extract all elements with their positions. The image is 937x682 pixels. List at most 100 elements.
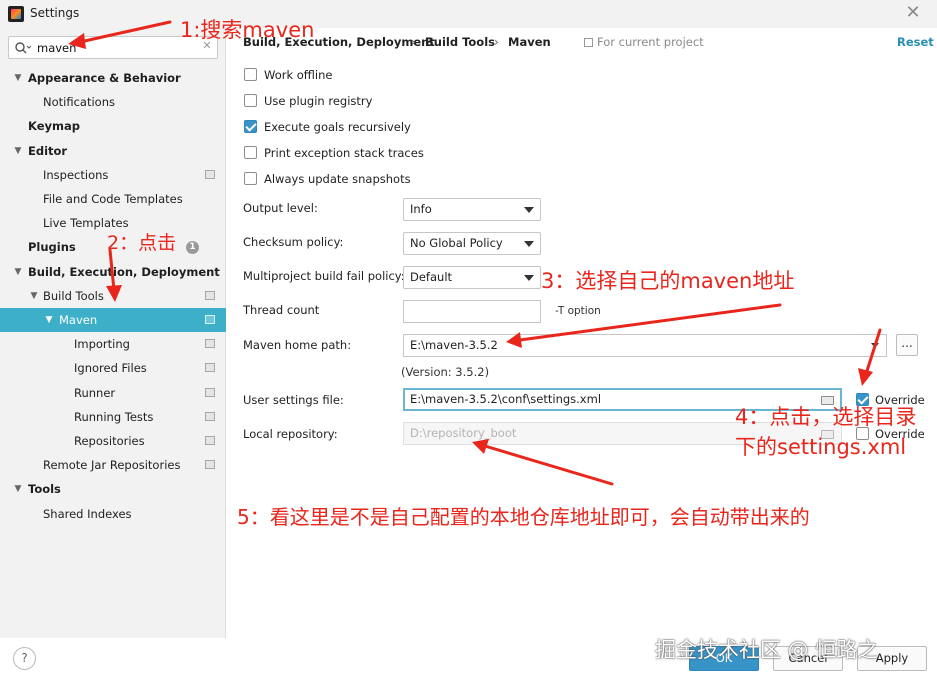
t-option-note: -T option <box>555 305 601 317</box>
sidebar-item-label: Plugins <box>28 240 76 255</box>
sidebar-item-label: Running Tests <box>74 409 154 424</box>
select-value: Info <box>410 202 432 216</box>
project-scope-icon <box>205 315 215 324</box>
sidebar-item-tools[interactable]: ▼ Tools <box>0 477 226 501</box>
sidebar-item-label: Inspections <box>43 167 109 182</box>
sidebar-item-ignored-files[interactable]: Ignored Files <box>0 356 226 380</box>
checkbox-box[interactable] <box>244 68 257 81</box>
sidebar-item-file-and-code-templates[interactable]: File and Code Templates <box>0 187 226 211</box>
multiproject-fail-policy-select[interactable]: Default <box>403 266 541 289</box>
thread-count-label: Thread count <box>243 303 320 317</box>
project-scope-icon <box>205 339 215 349</box>
checkbox-box[interactable] <box>244 120 257 133</box>
intellij-logo-icon <box>8 6 24 22</box>
sidebar-item-inspections[interactable]: Inspections <box>0 163 226 187</box>
checkbox-box[interactable] <box>244 172 257 185</box>
checksum-policy-select[interactable]: No Global Policy <box>403 232 541 255</box>
sidebar-item-label: Remote Jar Repositories <box>43 458 181 473</box>
annotation-step-2: 2：点击 <box>107 232 177 254</box>
local-repository-label: Local repository: <box>243 427 338 441</box>
breadcrumb-separator: › <box>411 35 416 49</box>
maven-version-label: (Version: 3.5.2) <box>401 365 490 379</box>
checksum-policy-label: Checksum policy: <box>243 235 344 249</box>
sidebar-item-build-execution-deployment[interactable]: ▼ Build, Execution, Deployment <box>0 260 226 284</box>
project-scope-icon <box>205 169 215 179</box>
settings-sidebar: ✕ ▼Appearance & BehaviorNotificationsKey… <box>0 28 226 638</box>
search-icon <box>14 41 34 55</box>
chevron-down-icon <box>524 275 534 281</box>
breadcrumb-separator: › <box>494 35 499 49</box>
sidebar-item-label: Repositories <box>74 434 145 448</box>
maven-home-path-input[interactable]: E:\maven-3.5.2 <box>403 334 887 357</box>
sidebar-item-keymap[interactable]: Keymap <box>0 114 226 138</box>
sidebar-item-running-tests[interactable]: Running Tests <box>0 405 226 429</box>
breadcrumb-item[interactable]: Build Tools <box>425 35 495 49</box>
help-button[interactable]: ? <box>13 647 36 670</box>
window-title: Settings <box>30 6 80 20</box>
checkbox-box[interactable] <box>244 146 257 159</box>
chevron-down-icon <box>524 241 534 247</box>
checkbox-label: Work offline <box>264 68 333 82</box>
sidebar-item-label: Build Tools <box>43 288 104 303</box>
project-scope-icon <box>205 387 215 397</box>
thread-count-input[interactable] <box>403 300 541 323</box>
chevron-down-icon[interactable]: ▼ <box>28 284 40 308</box>
sidebar-item-appearance-behavior[interactable]: ▼ Appearance & Behavior <box>0 66 226 90</box>
project-scope-icon <box>205 411 215 421</box>
checkbox-label: Execute goals recursively <box>264 120 411 134</box>
select-value: Default <box>410 270 453 284</box>
project-scope-icon <box>205 363 215 373</box>
chevron-down-icon <box>524 207 534 213</box>
title-bar: Settings ✕ <box>0 0 937 28</box>
for-current-project-label: For current project <box>597 35 704 49</box>
multiproject-fail-policy-label: Multiproject build fail policy: <box>243 269 405 283</box>
sidebar-item-label: Ignored Files <box>74 361 147 376</box>
sidebar-item-label: Tools <box>28 482 61 497</box>
select-value: No Global Policy <box>410 236 503 250</box>
update-count-badge: 1 <box>186 241 199 255</box>
search-input[interactable] <box>37 39 197 56</box>
project-scope-icon <box>205 436 215 445</box>
sidebar-item-maven[interactable]: ▼ Maven <box>0 308 226 332</box>
chevron-down-icon[interactable]: ▼ <box>12 477 24 501</box>
sidebar-item-editor[interactable]: ▼ Editor <box>0 139 226 163</box>
annotation-step-1: 1:搜索maven <box>180 18 315 42</box>
sidebar-item-importing[interactable]: Importing <box>0 332 226 356</box>
checkbox-label: Always update snapshots <box>264 172 411 186</box>
annotation-step-4-line2: 下的settings.xml <box>735 435 907 459</box>
sidebar-item-label: Maven <box>59 313 98 327</box>
chevron-down-icon[interactable]: ▼ <box>12 260 24 284</box>
sidebar-item-runner[interactable]: Runner <box>0 381 226 405</box>
reset-link[interactable]: Reset <box>897 35 934 49</box>
output-level-label: Output level: <box>243 201 318 215</box>
watermark: 掘金技术社区 @ 恒路之 <box>655 638 879 662</box>
checkbox-label: Use plugin registry <box>264 94 373 108</box>
sidebar-item-repositories[interactable]: Repositories <box>0 429 226 453</box>
sidebar-item-build-tools[interactable]: ▼ Build Tools <box>0 284 226 308</box>
checkbox-box[interactable] <box>244 94 257 107</box>
local-repository-value: D:\repository_boot <box>410 426 517 440</box>
checkbox-label: Print exception stack traces <box>264 146 424 160</box>
output-level-select[interactable]: Info <box>403 198 541 221</box>
user-settings-file-label: User settings file: <box>243 393 344 407</box>
annotation-step-5: 5：看这里是不是自己配置的本地仓库地址即可，会自动带出来的 <box>237 505 810 529</box>
chevron-down-icon[interactable]: ▼ <box>12 139 24 163</box>
sidebar-item-label: Importing <box>74 337 130 352</box>
project-scope-icon <box>584 38 593 47</box>
project-scope-icon <box>205 290 215 300</box>
sidebar-item-label: Notifications <box>43 95 115 110</box>
chevron-down-icon[interactable] <box>871 343 879 348</box>
sidebar-item-label: Keymap <box>28 119 80 134</box>
sidebar-item-notifications[interactable]: Notifications <box>0 90 226 114</box>
maven-home-path-label: Maven home path: <box>243 338 352 352</box>
sidebar-item-label: Build, Execution, Deployment <box>28 264 220 279</box>
close-icon[interactable]: ✕ <box>903 3 923 23</box>
chevron-down-icon[interactable]: ▼ <box>43 308 55 332</box>
sidebar-item-remote-jar-repositories[interactable]: Remote Jar Repositories <box>0 453 226 477</box>
sidebar-item-shared-indexes[interactable]: Shared Indexes <box>0 502 226 526</box>
annotation-step-4-line1: 4：点击，选择目录 <box>735 405 917 429</box>
browse-button[interactable]: ... <box>896 334 918 356</box>
breadcrumb-item: Maven <box>508 35 551 49</box>
chevron-down-icon[interactable]: ▼ <box>12 66 24 90</box>
sidebar-item-label: Appearance & Behavior <box>28 71 181 85</box>
